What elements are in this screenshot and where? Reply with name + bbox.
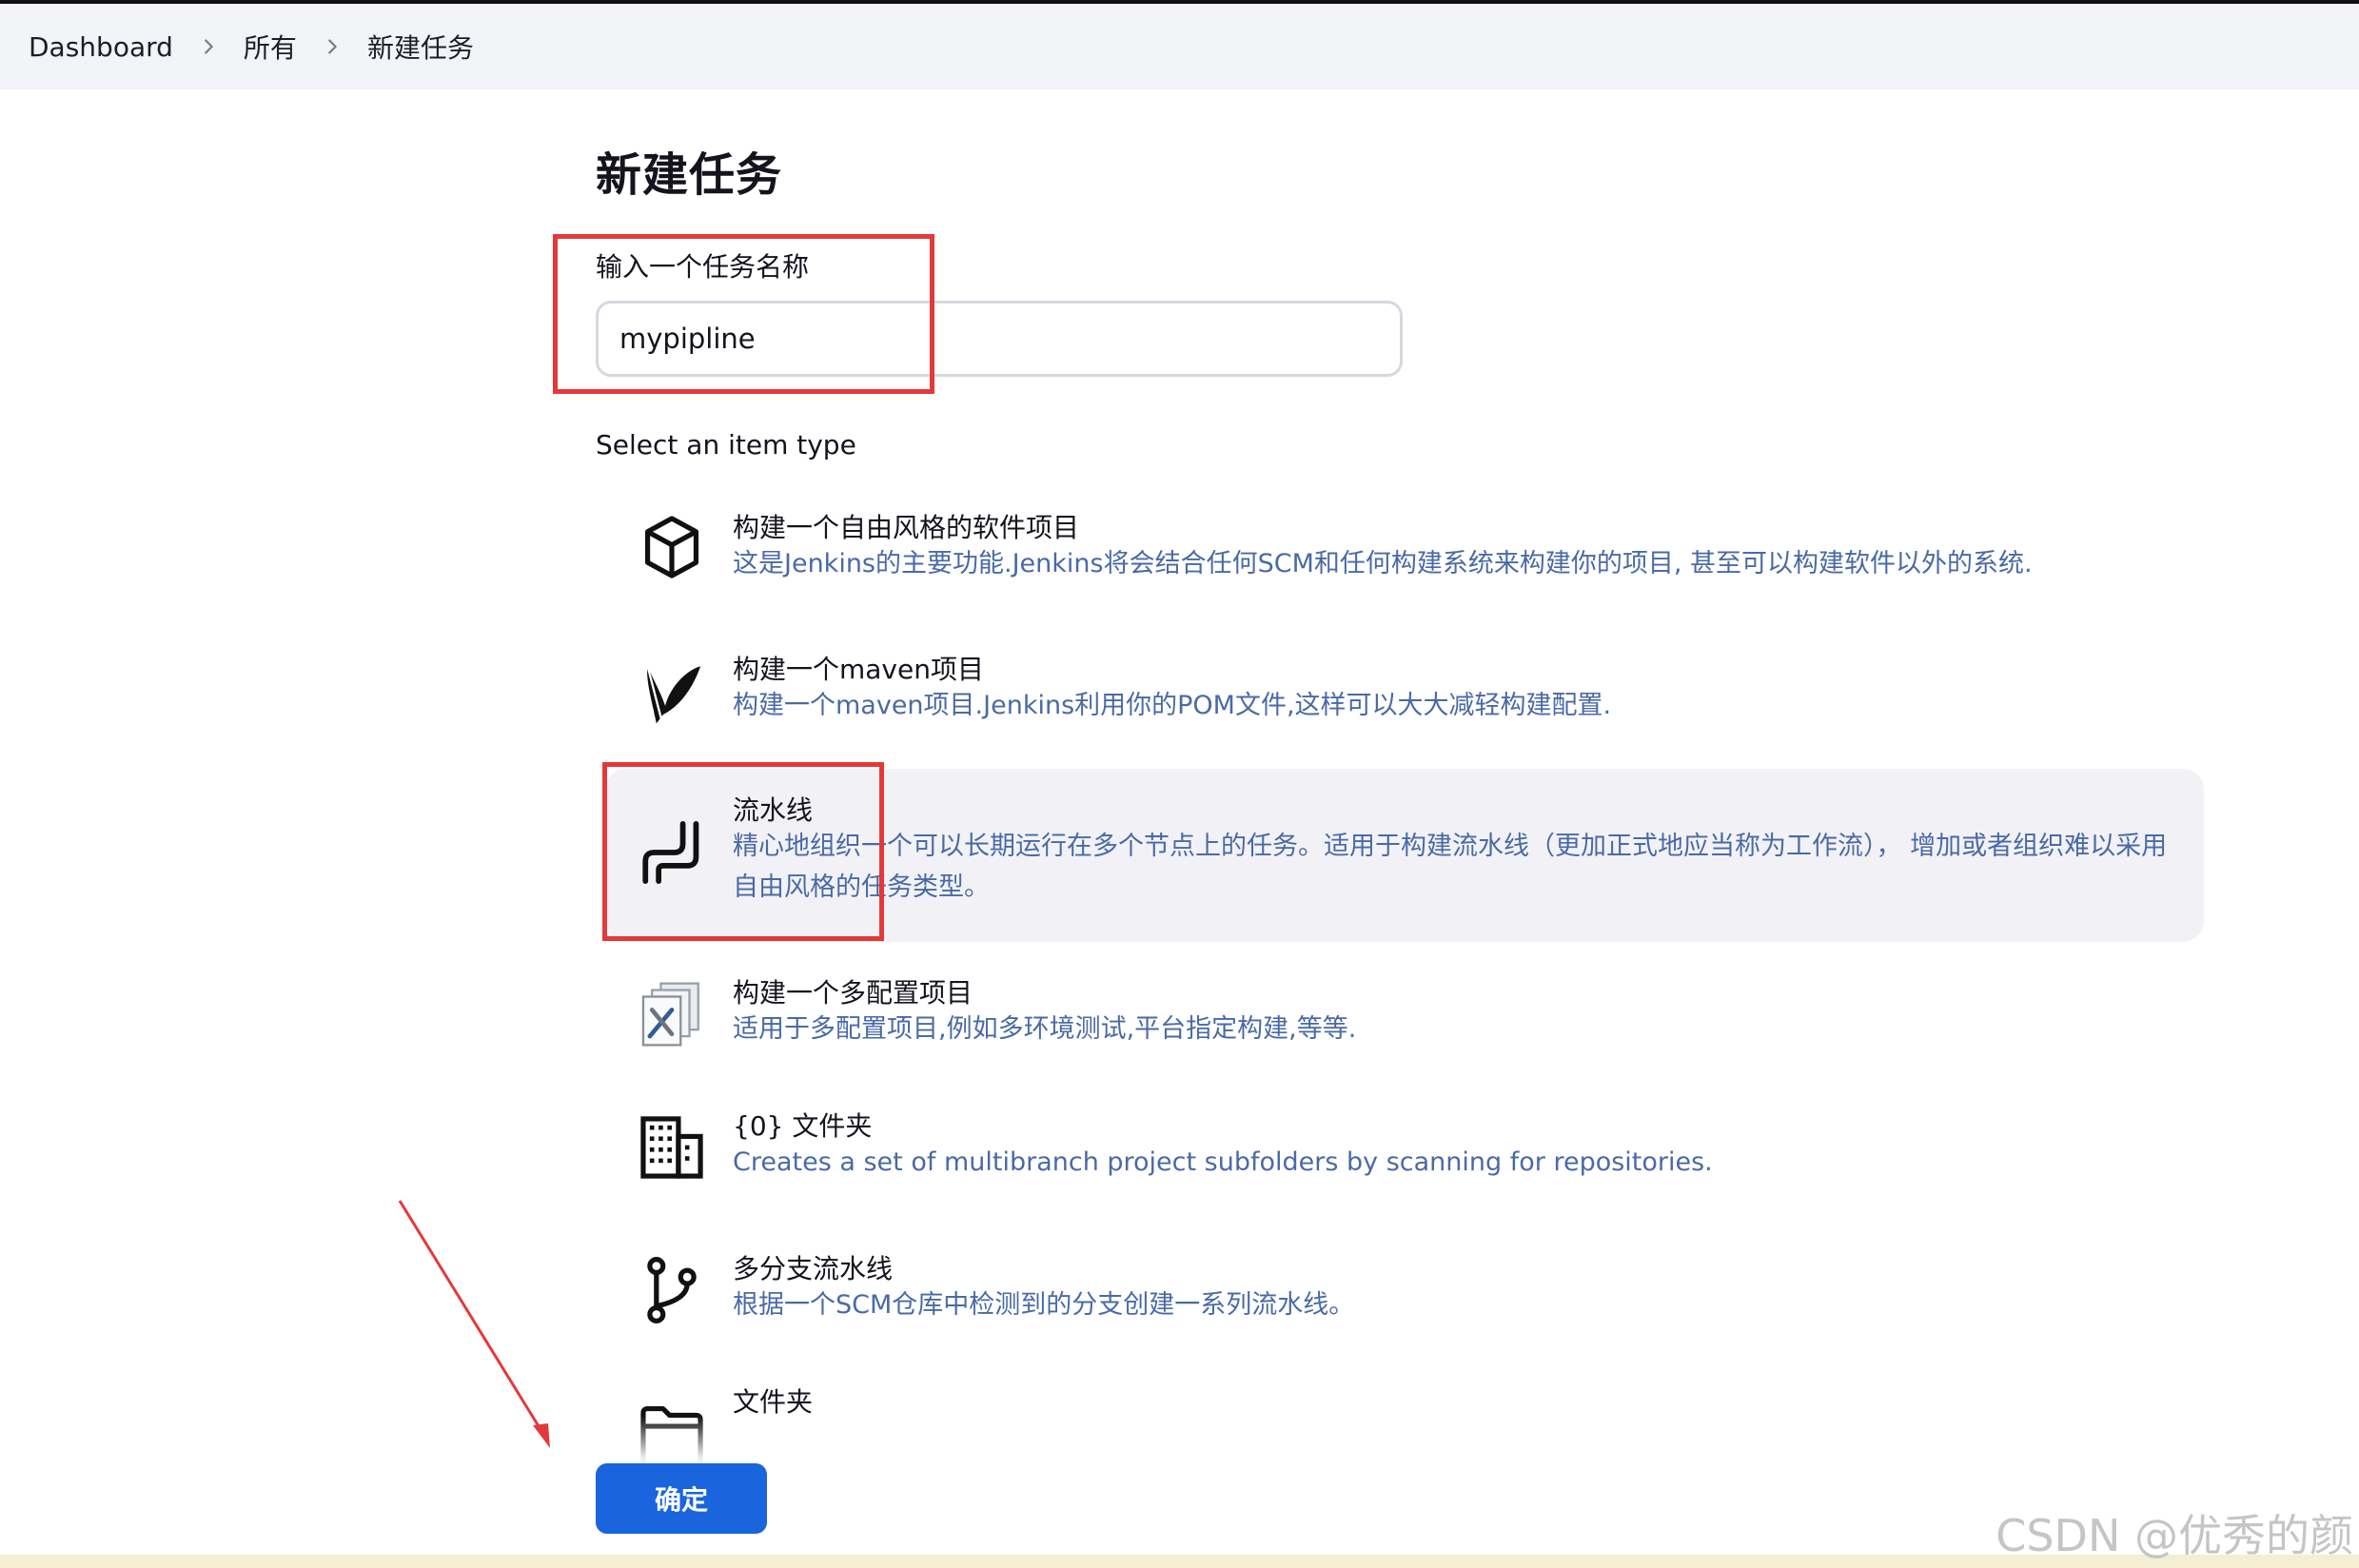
breadcrumb-new-item: 新建任务 — [366, 32, 474, 64]
branch-icon — [634, 1252, 710, 1328]
item-description: Creates a set of multibranch project sub… — [733, 1147, 1713, 1177]
item-type-multi-config[interactable]: 构建一个多配置项目 适用于多配置项目,例如多环境测试,平台指定构建,等等. — [605, 951, 2204, 1081]
breadcrumb-dashboard[interactable]: Dashboard — [29, 31, 173, 63]
item-title: 构建一个多配置项目 — [733, 977, 973, 1009]
confirm-button[interactable]: 确定 — [596, 1463, 767, 1534]
item-description: 根据一个SCM仓库中检测到的分支创建一系列流水线。 — [733, 1290, 1355, 1320]
multi-config-icon — [634, 976, 710, 1052]
item-description: 构建一个maven项目.Jenkins利用你的POM文件,这样可以大大减轻构建配… — [733, 691, 1612, 720]
item-description: 精心地组织一个可以长期运行在多个节点上的任务。适用于构建流水线（更加正式地应当称… — [733, 832, 2168, 902]
item-type-freestyle[interactable]: 构建一个自由风格的软件项目 这是Jenkins的主要功能.Jenkins将会结合… — [605, 486, 2204, 616]
item-type-org-folder[interactable]: {0} 文件夹 Creates a set of multibranch pro… — [605, 1085, 2204, 1214]
item-type-maven[interactable]: 构建一个maven项目 构建一个maven项目.Jenkins利用你的POM文件… — [605, 628, 2204, 757]
item-title: 文件夹 — [733, 1386, 814, 1418]
annotation-box-pipeline — [602, 762, 884, 941]
feather-icon — [634, 655, 710, 731]
item-title: {0} 文件夹 — [733, 1110, 873, 1142]
item-description: 这是Jenkins的主要功能.Jenkins将会结合任何SCM和任何构建系统来构… — [733, 549, 2033, 578]
watermark-text: CSDN @优秀的颜 — [1995, 1510, 2353, 1561]
building-icon — [634, 1109, 710, 1186]
item-type-multibranch-pipeline[interactable]: 多分支流水线 根据一个SCM仓库中检测到的分支创建一系列流水线。 — [605, 1227, 2204, 1357]
box-icon — [634, 509, 710, 585]
chevron-right-icon — [198, 36, 219, 57]
breadcrumb-all[interactable]: 所有 — [244, 28, 297, 66]
item-description: 适用于多配置项目,例如多环境测试,平台指定构建,等等. — [733, 1014, 1357, 1044]
bottom-fade — [609, 1416, 2246, 1492]
chevron-right-icon — [322, 36, 343, 57]
annotation-box-name-field — [553, 234, 934, 394]
item-title: 构建一个maven项目 — [733, 654, 984, 685]
item-title: 构建一个自由风格的软件项目 — [733, 512, 1080, 543]
breadcrumb: Dashboard 所有 新建任务 — [0, 4, 2359, 89]
item-title: 多分支流水线 — [733, 1253, 894, 1284]
item-type-label: Select an item type — [596, 429, 856, 461]
page-title: 新建任务 — [596, 148, 783, 202]
